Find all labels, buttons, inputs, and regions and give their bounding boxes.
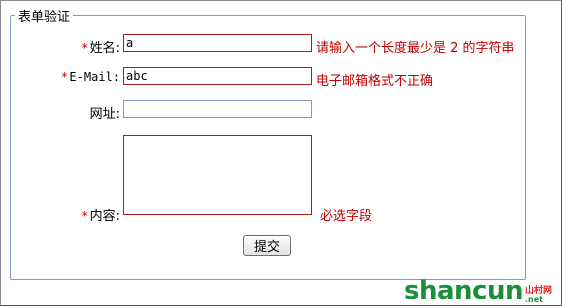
content-label-text: 内容: bbox=[89, 209, 120, 224]
required-mark: * bbox=[61, 70, 68, 84]
submit-button[interactable]: 提交 bbox=[243, 235, 291, 256]
watermark-side: 山村网 .net bbox=[525, 287, 552, 304]
required-mark: * bbox=[81, 41, 88, 55]
url-label-text: 网址: bbox=[89, 107, 120, 122]
watermark-logo: shancun 山村网 .net bbox=[404, 272, 552, 304]
content-textarea[interactable] bbox=[123, 135, 312, 215]
email-label-text: E-Mail: bbox=[69, 70, 120, 84]
url-input[interactable] bbox=[123, 100, 312, 118]
watermark-main: shancun bbox=[404, 276, 523, 306]
name-error: 请输入一个长度最少是 2 的字符串 bbox=[316, 41, 515, 56]
name-label: * 姓名: bbox=[0, 37, 120, 56]
name-label-text: 姓名: bbox=[89, 41, 120, 56]
form-legend: 表单验证 bbox=[18, 10, 71, 25]
email-error: 电子邮箱格式不正确 bbox=[316, 74, 434, 89]
required-mark: * bbox=[81, 209, 88, 223]
watermark-net: .net bbox=[524, 295, 543, 304]
name-input[interactable] bbox=[123, 34, 312, 52]
email-input[interactable] bbox=[123, 67, 312, 85]
email-label: * E-Mail: bbox=[0, 70, 120, 85]
content-error: 必选字段 bbox=[320, 209, 373, 224]
content-label: * 内容: bbox=[0, 205, 120, 224]
url-label: 网址: bbox=[0, 103, 120, 122]
